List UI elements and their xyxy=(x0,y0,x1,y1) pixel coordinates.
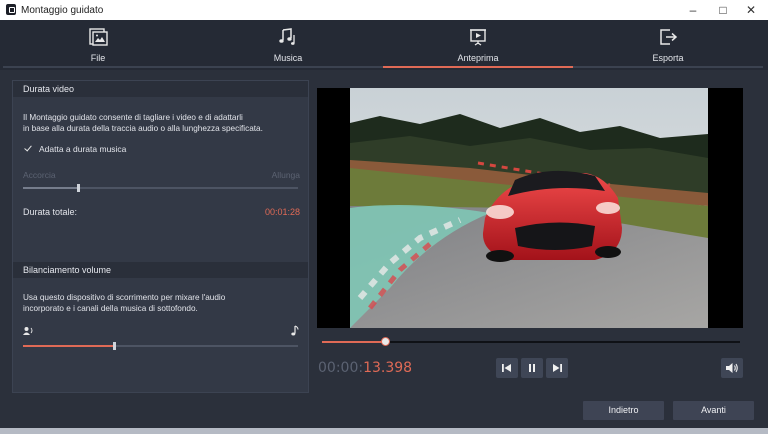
wizard-tabs: File Musica Anteprima Esporta xyxy=(0,20,768,70)
music-note-icon xyxy=(291,325,299,336)
tab-esporta-label: Esporta xyxy=(652,53,684,63)
tab-anteprima[interactable]: Anteprima xyxy=(383,20,573,70)
volume-balance-slider-fill xyxy=(23,345,114,347)
window-titlebar: Montaggio guidato – □ ✕ xyxy=(0,0,768,21)
window-title: Montaggio guidato xyxy=(21,5,104,16)
lengthen-label: Allunga xyxy=(271,170,300,180)
video-preview[interactable] xyxy=(317,88,743,328)
video-frame-image xyxy=(350,88,708,328)
next-button[interactable]: Avanti xyxy=(673,401,754,420)
tab-anteprima-underline xyxy=(383,66,573,68)
duration-slider-handle[interactable] xyxy=(77,184,80,192)
tab-file-underline xyxy=(3,66,193,68)
checkmark-icon xyxy=(23,144,33,154)
voice-icon xyxy=(23,327,33,335)
video-duration-heading: Durata video xyxy=(13,81,308,97)
app-icon xyxy=(6,4,16,15)
settings-panel: Durata video Il Montaggio guidato consen… xyxy=(12,80,309,393)
back-button[interactable]: Indietro xyxy=(583,401,664,420)
total-duration-value: 00:01:28 xyxy=(264,207,300,217)
video-seek-progress xyxy=(322,341,385,343)
video-seek-handle[interactable] xyxy=(381,337,390,346)
timecode-prefix: 00:00: xyxy=(318,360,364,376)
main-area: Durata video Il Montaggio guidato consen… xyxy=(0,70,768,434)
timecode-current: 13.398 xyxy=(363,360,413,376)
tab-musica-underline xyxy=(193,66,383,68)
pause-icon xyxy=(529,364,535,372)
export-arrow-icon xyxy=(660,29,678,45)
duration-slider-fill xyxy=(23,187,78,189)
volume-balance-heading: Bilanciamento volume xyxy=(13,262,308,278)
file-image-icon xyxy=(89,28,108,46)
volume-balance-description-line1: Usa questo dispositivo di scorrimento pe… xyxy=(23,293,226,302)
total-duration-label: Durata totale: xyxy=(23,207,78,217)
tab-anteprima-label: Anteprima xyxy=(457,53,499,63)
volume-balance-description-line2: incorporato e i canali della musica di s… xyxy=(23,304,198,313)
tab-musica[interactable]: Musica xyxy=(193,20,383,70)
video-duration-description-line2: in base alla durata della traccia audio … xyxy=(23,124,263,133)
tab-musica-label: Musica xyxy=(273,53,303,63)
playback-timecode: 00:00:13.398 xyxy=(318,360,412,376)
music-notes-icon xyxy=(279,28,295,45)
tab-file[interactable]: File xyxy=(3,20,193,70)
shorten-label: Accorcia xyxy=(23,170,56,180)
pause-button[interactable] xyxy=(521,358,543,378)
skip-back-icon xyxy=(502,364,511,372)
taskbar-strip xyxy=(0,428,768,434)
tab-file-label: File xyxy=(90,53,106,63)
fit-to-music-checkbox[interactable]: Adatta a durata musica xyxy=(23,144,126,154)
preview-play-icon xyxy=(470,29,486,46)
speaker-icon xyxy=(726,363,738,373)
tab-esporta-underline xyxy=(573,66,763,68)
fit-to-music-label: Adatta a durata musica xyxy=(39,144,127,154)
tab-esporta[interactable]: Esporta xyxy=(573,20,763,70)
video-duration-description-line1: Il Montaggio guidato consente di tagliar… xyxy=(23,113,243,122)
minimize-icon[interactable]: – xyxy=(678,1,708,19)
skip-back-button[interactable] xyxy=(496,358,518,378)
skip-forward-icon xyxy=(553,364,562,372)
duration-slider[interactable] xyxy=(23,184,298,192)
maximize-icon[interactable]: □ xyxy=(708,1,738,19)
video-seek-bar[interactable] xyxy=(322,337,740,346)
close-icon[interactable]: ✕ xyxy=(736,1,766,19)
volume-button[interactable] xyxy=(721,358,743,378)
skip-forward-button[interactable] xyxy=(546,358,568,378)
volume-balance-slider[interactable] xyxy=(23,342,298,350)
volume-balance-slider-handle[interactable] xyxy=(113,342,116,350)
